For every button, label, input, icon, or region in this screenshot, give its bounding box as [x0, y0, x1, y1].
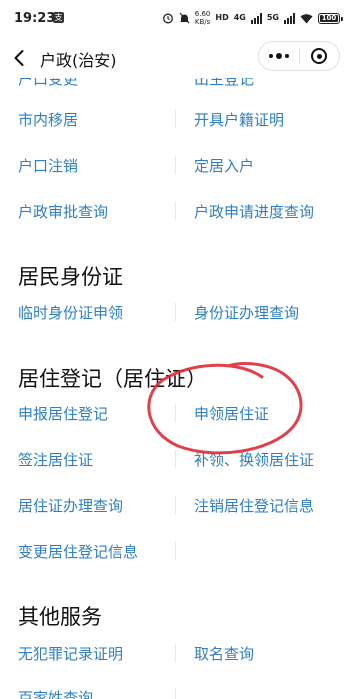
- divider: [175, 303, 176, 321]
- status-bar: 19:23 支 6.60 KB/s HD 4G 5G 100: [0, 0, 350, 38]
- network-speed: 6.60 KB/s: [194, 10, 211, 26]
- divider: [175, 156, 176, 174]
- section-title-residence: 居住登记（居住证）: [18, 367, 207, 391]
- link-residence-permit-query[interactable]: 居住证办理查询: [18, 495, 123, 516]
- app-notification-icon: 支: [53, 12, 64, 23]
- link-apply-residence-permit[interactable]: 申领居住证: [194, 403, 269, 424]
- back-button[interactable]: [8, 46, 32, 70]
- signal-label-5g: 5G: [266, 13, 279, 22]
- link-birth-registration[interactable]: 出生登记: [194, 78, 254, 89]
- link-settle-registration[interactable]: 定居入户: [194, 155, 254, 176]
- link-endorse-residence-permit[interactable]: 签注居住证: [18, 449, 93, 470]
- link-hukou-cancellation[interactable]: 户口注销: [18, 155, 78, 176]
- link-cancel-residence-registration[interactable]: 注销居住登记信息: [194, 495, 314, 516]
- status-right-cluster: 6.60 KB/s HD 4G 5G 100: [162, 10, 343, 26]
- link-declare-residence-registration[interactable]: 申报居住登记: [18, 403, 108, 424]
- link-reissue-residence-permit[interactable]: 补领、换领居住证: [194, 449, 314, 470]
- link-change-residence-info[interactable]: 变更居住登记信息: [18, 541, 138, 562]
- signal-bars-icon: [250, 12, 262, 24]
- mini-program-capsule: [258, 41, 340, 71]
- section-title-other-services: 其他服务: [18, 605, 102, 629]
- divider: [175, 110, 176, 128]
- target-icon: [311, 48, 328, 64]
- more-button[interactable]: [259, 53, 299, 59]
- link-huzheng-approval-query[interactable]: 户政审批查询: [18, 201, 108, 222]
- link-name-query[interactable]: 取名查询: [194, 643, 254, 664]
- link-surname-query[interactable]: 百家姓查询: [18, 687, 93, 699]
- link-huzheng-progress-query[interactable]: 户政申请进度查询: [194, 201, 314, 222]
- link-id-processing-query[interactable]: 身份证办理查询: [194, 302, 299, 323]
- chevron-left-icon: [14, 50, 24, 66]
- close-mini-program-button[interactable]: [300, 48, 340, 64]
- wifi-icon: [300, 13, 313, 23]
- link-household-certificate[interactable]: 开具户籍证明: [194, 109, 284, 130]
- divider: [175, 202, 176, 220]
- battery-icon: 100: [318, 12, 343, 24]
- mute-icon: [179, 12, 190, 24]
- link-no-criminal-record-certificate[interactable]: 无犯罪记录证明: [18, 643, 123, 664]
- signal-bars-icon-2: [284, 12, 295, 24]
- link-city-relocation[interactable]: 市内移居: [18, 109, 78, 130]
- section-title-id-card: 居民身份证: [18, 265, 123, 289]
- link-hukou-change[interactable]: 户口变更: [18, 78, 78, 89]
- divider: [175, 688, 176, 699]
- nav-bar: 户政(治安): [0, 38, 350, 78]
- divider: [175, 542, 176, 560]
- divider: [175, 404, 176, 422]
- divider: [175, 450, 176, 468]
- link-temporary-id-application[interactable]: 临时身份证申领: [18, 302, 123, 323]
- status-time: 19:23: [14, 11, 56, 26]
- signal-label-4g: 4G: [233, 13, 246, 22]
- divider: [175, 644, 176, 662]
- alarm-icon: [162, 13, 173, 24]
- divider: [175, 496, 176, 514]
- hd-icon: HD: [215, 13, 229, 22]
- service-list[interactable]: 户口变更 出生登记 市内移居 开具户籍证明 户口注销 定居入户 户政审批查询 户…: [0, 78, 350, 699]
- page-title: 户政(治安): [40, 51, 117, 70]
